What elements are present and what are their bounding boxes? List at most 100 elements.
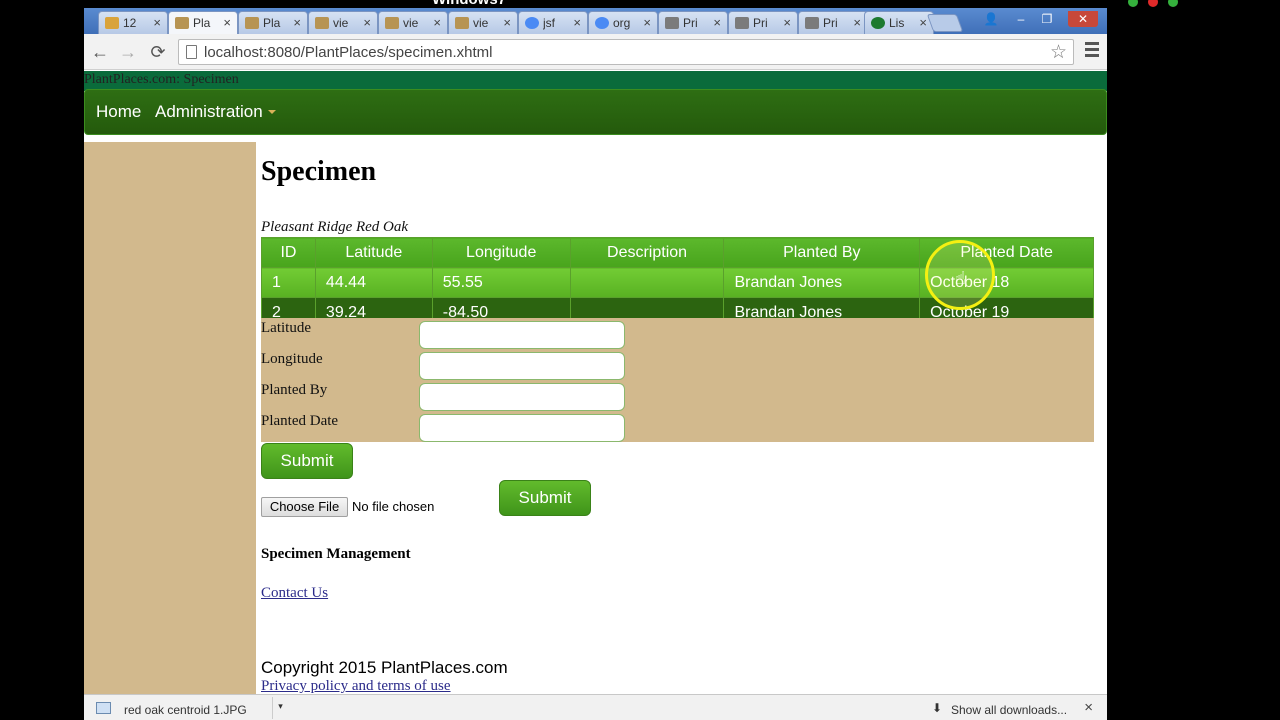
specimen-form: Latitude Longitude Planted By Planted Da… xyxy=(261,318,1094,442)
document-title: PlantPlaces.com: Specimen xyxy=(84,72,239,87)
planted-by-label: Planted By xyxy=(261,382,328,398)
planted-date-input[interactable] xyxy=(419,414,625,442)
address-bar[interactable]: localhost:8080/PlantPlaces/specimen.xhtm… xyxy=(178,39,1074,65)
download-menu-arrow-icon[interactable]: ▾ xyxy=(272,697,288,719)
column-header-id[interactable]: ID xyxy=(261,237,316,268)
close-downloads-icon[interactable]: × xyxy=(1084,699,1093,716)
tab-close-icon[interactable]: × xyxy=(919,15,927,30)
cell-planted-by: Brandan Jones xyxy=(723,267,921,298)
tray-alert-icon[interactable] xyxy=(1148,0,1158,7)
tray-status-icon[interactable] xyxy=(1128,0,1138,7)
bookmark-star-icon[interactable]: ☆ xyxy=(1050,41,1067,64)
caret-down-icon xyxy=(267,110,276,114)
file-status-text: No file chosen xyxy=(352,499,435,514)
browser-tab[interactable]: org × xyxy=(588,11,658,34)
submit-upload-button[interactable]: Submit xyxy=(499,480,591,516)
browser-tab[interactable]: Pri × xyxy=(728,11,798,34)
browser-tab[interactable]: jsf × xyxy=(518,11,588,34)
hand-cursor-icon: ☝ xyxy=(955,268,966,288)
tab-close-icon[interactable]: × xyxy=(433,15,441,30)
nav-administration-menu[interactable]: Administration xyxy=(155,102,276,122)
tab-close-icon[interactable]: × xyxy=(503,15,511,30)
submit-specimen-button[interactable]: Submit xyxy=(261,443,353,479)
new-tab-button[interactable] xyxy=(926,14,964,32)
p-icon xyxy=(871,17,885,29)
contact-us-link[interactable]: Contact Us xyxy=(261,585,328,602)
tab-label: vie xyxy=(403,16,419,30)
longitude-label: Longitude xyxy=(261,351,323,367)
form-row-longitude: Longitude xyxy=(261,349,1094,380)
site-navbar: Home Administration xyxy=(84,89,1107,135)
browser-tab[interactable]: vie × xyxy=(308,11,378,34)
latitude-input[interactable] xyxy=(419,321,625,349)
column-header-longitude[interactable]: Longitude xyxy=(431,237,571,268)
minimize-button[interactable]: – xyxy=(1008,11,1034,27)
download-file-name[interactable]: red oak centroid 1.JPG xyxy=(124,703,247,717)
screen: Windows7 12 × Pla × Pla × vie × vie × vie × xyxy=(0,0,1280,720)
nav-administration-label: Administration xyxy=(155,102,263,121)
google-icon xyxy=(525,17,539,29)
menu-icon[interactable] xyxy=(1085,42,1099,60)
google-icon xyxy=(595,17,609,29)
planted-by-input[interactable] xyxy=(419,383,625,411)
tab-close-icon[interactable]: × xyxy=(853,15,861,30)
plantplaces-icon xyxy=(245,17,259,29)
tab-close-icon[interactable]: × xyxy=(363,15,371,30)
os-window-title: Windows7 xyxy=(432,0,506,8)
cell-latitude: 44.44 xyxy=(314,267,433,298)
forward-button[interactable]: → xyxy=(116,40,140,64)
browser-tab[interactable]: Pri × xyxy=(658,11,728,34)
tab-close-icon[interactable]: × xyxy=(713,15,721,30)
tab-strip: 12 × Pla × Pla × vie × vie × vie × jsf × org × xyxy=(84,8,1107,35)
tab-close-icon[interactable]: × xyxy=(293,15,301,30)
tab-close-icon[interactable]: × xyxy=(223,15,231,30)
longitude-input[interactable] xyxy=(419,352,625,380)
privacy-policy-link[interactable]: Privacy policy and terms of use xyxy=(261,678,451,695)
browser-tab[interactable]: Pla × xyxy=(238,11,308,34)
browser-window: 12 × Pla × Pla × vie × vie × vie × jsf × org × xyxy=(84,8,1107,720)
browser-tab[interactable]: vie × xyxy=(378,11,448,34)
specimen-management-heading: Specimen Management xyxy=(261,546,411,562)
tab-label: vie xyxy=(473,16,489,30)
table-caption: Pleasant Ridge Red Oak xyxy=(261,219,409,235)
close-window-button[interactable]: ✕ xyxy=(1068,11,1098,27)
page-icon xyxy=(186,45,197,59)
web-page: PlantPlaces.com: Specimen Home Administr… xyxy=(84,71,1107,694)
copyright-text: Copyright 2015 PlantPlaces.com xyxy=(261,658,508,677)
column-header-latitude[interactable]: Latitude xyxy=(314,237,433,268)
column-header-description[interactable]: Description xyxy=(569,237,725,268)
tab-label: org xyxy=(613,16,631,30)
form-row-latitude: Latitude xyxy=(261,318,1094,349)
url-text[interactable]: localhost:8080/PlantPlaces/specimen.xhtm… xyxy=(204,44,493,61)
back-button[interactable]: ← xyxy=(88,40,112,64)
system-tray xyxy=(1128,0,1268,7)
form-row-planted-by: Planted By xyxy=(261,380,1094,411)
tab-close-icon[interactable]: × xyxy=(573,15,581,30)
nav-home-link[interactable]: Home xyxy=(96,102,141,122)
show-all-downloads-link[interactable]: Show all downloads... xyxy=(951,703,1067,717)
page-heading: Specimen xyxy=(261,156,377,187)
restore-button[interactable]: ❐ xyxy=(1034,11,1060,27)
tab-close-icon[interactable]: × xyxy=(153,15,161,30)
tab-close-icon[interactable]: × xyxy=(783,15,791,30)
profile-icon[interactable]: 👤 xyxy=(978,11,1004,27)
pma-icon xyxy=(105,17,119,29)
shield-icon xyxy=(735,17,749,29)
browser-tab-active[interactable]: Pla × xyxy=(168,11,238,35)
tab-close-icon[interactable]: × xyxy=(643,15,651,30)
tab-label: Pla xyxy=(263,16,281,30)
shield-icon xyxy=(665,17,679,29)
tray-network-icon[interactable] xyxy=(1168,0,1178,7)
browser-tab[interactable]: Pri × xyxy=(798,11,868,34)
form-row-planted-date: Planted Date xyxy=(261,411,1094,442)
latitude-label: Latitude xyxy=(261,320,311,336)
reload-button[interactable]: ⟳ xyxy=(146,40,170,64)
choose-file-button[interactable]: Choose File xyxy=(261,497,348,517)
tab-label: Pla xyxy=(193,16,211,30)
browser-tab[interactable]: 12 × xyxy=(98,11,168,34)
tab-label: jsf xyxy=(543,16,555,30)
browser-tab[interactable]: Lis × xyxy=(864,11,934,34)
tab-label: 12 xyxy=(123,16,137,30)
browser-tab[interactable]: vie × xyxy=(448,11,518,34)
column-header-planted-by[interactable]: Planted By xyxy=(723,237,921,268)
